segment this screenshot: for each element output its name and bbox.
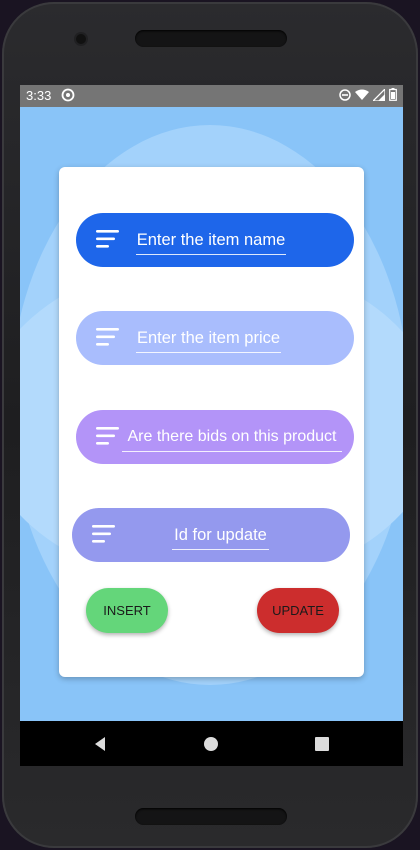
insert-button[interactable]: INSERT [86,588,168,633]
item-price-pill [76,311,354,365]
top-speaker [135,30,287,47]
bottom-speaker [135,808,287,825]
battery-icon [389,88,397,101]
menu-lines-icon [96,427,119,445]
bids-pill [76,410,354,464]
do-not-disturb-icon [339,88,351,101]
navigation-bar [20,721,403,766]
menu-lines-icon [92,525,115,543]
cell-signal-icon [373,88,385,101]
item-name-pill [76,213,354,267]
menu-lines-icon [96,328,119,346]
update-id-pill [72,508,350,562]
update-id-input[interactable] [172,523,269,550]
item-price-input[interactable] [136,326,281,353]
home-icon[interactable] [204,737,218,751]
status-time: 3:33 [26,88,52,103]
app-content: INSERT UPDATE [20,107,403,721]
recents-icon[interactable] [315,737,329,751]
form-card: INSERT UPDATE [59,167,364,677]
phone-frame: 3:33 Enter the item name Enter the item … [2,2,418,848]
update-button[interactable]: UPDATE [257,588,339,633]
sync-icon [61,88,75,102]
front-camera [76,34,86,44]
status-bar: 3:33 [20,85,403,107]
item-name-input[interactable] [136,228,286,255]
screen: 3:33 Enter the item name Enter the item … [20,85,403,766]
bids-input[interactable] [122,425,342,452]
back-icon[interactable] [93,736,107,752]
wifi-icon [355,89,369,100]
status-icons [339,88,397,101]
menu-lines-icon [96,230,119,248]
